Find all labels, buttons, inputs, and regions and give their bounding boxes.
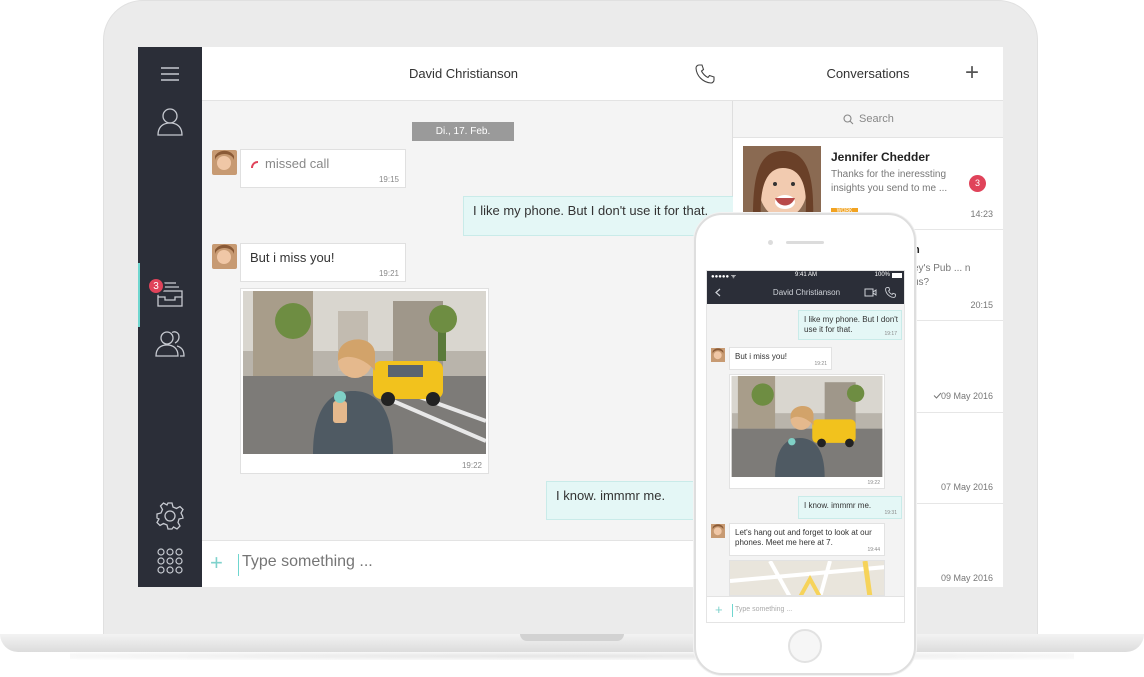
phone-mockup: ●●●●● ᯤ 9:41 AM 100% David Christianson …: [694, 213, 916, 675]
settings-button[interactable]: [138, 494, 202, 538]
battery-icon: [892, 273, 902, 278]
menu-icon: [161, 67, 179, 81]
phone-photo-message[interactable]: 19:22: [729, 374, 885, 489]
phone-message-incoming: Let's hang out and forget to look at our…: [729, 523, 885, 556]
phone-camera: [768, 240, 773, 245]
message-text: But i miss you!: [735, 352, 788, 361]
text-caret: [238, 554, 239, 576]
contact-photo: [743, 146, 821, 220]
profile-icon: [157, 108, 183, 136]
conversation-time: 09 May 2016: [940, 573, 993, 583]
apps-grid-button[interactable]: [138, 541, 202, 581]
phone-home-button[interactable]: [788, 629, 822, 663]
unread-badge: 3: [969, 175, 986, 192]
contacts-button[interactable]: [138, 321, 202, 365]
video-call-icon[interactable]: [864, 288, 877, 297]
menu-button[interactable]: [138, 55, 202, 93]
inbox-button[interactable]: [138, 273, 202, 317]
message-time: 19:22: [461, 461, 482, 470]
conversation-search[interactable]: Search: [733, 101, 1003, 138]
message-text: But i miss you!: [250, 250, 335, 265]
street-photo: [243, 291, 486, 454]
message-time: 19:22: [867, 480, 880, 486]
conversation-time: 14:23: [970, 209, 993, 219]
phone-composer: + Type something ...: [707, 596, 904, 622]
conversation-time: 07 May 2016: [940, 482, 993, 492]
map-preview: [730, 561, 884, 595]
conversations-header: Conversations +: [733, 47, 1003, 101]
message-composer: +: [202, 540, 733, 587]
chat-title: David Christianson: [408, 66, 519, 81]
attach-plus-icon[interactable]: +: [715, 602, 723, 617]
settings-icon: [156, 502, 184, 530]
apps-grid-icon: [157, 548, 183, 574]
search-icon: [843, 114, 854, 125]
inbox-unread-badge: 3: [147, 277, 165, 295]
conversation-time: 20:15: [970, 300, 993, 310]
contact-avatar: [711, 524, 725, 538]
sidebar: 3: [138, 47, 202, 587]
message-bubble-incoming: But i miss you! 19:21: [240, 243, 406, 282]
message-preview: ey's Pub ... n us?: [913, 263, 971, 288]
contact-avatar: [212, 150, 237, 175]
conversations-title: Conversations: [826, 66, 910, 81]
message-input[interactable]: [242, 553, 542, 571]
profile-button[interactable]: [138, 99, 202, 143]
contact-avatar: [212, 244, 237, 269]
message-preview: Thanks for the ineressting insights you …: [831, 169, 948, 194]
phone-call-icon[interactable]: [695, 64, 715, 84]
conversation-time: 09 May 2016: [940, 391, 993, 401]
message-time: 19:15: [378, 175, 399, 184]
message-time: 19:21: [814, 361, 827, 367]
chat-header: David Christianson: [202, 47, 733, 101]
attach-plus-icon[interactable]: +: [210, 550, 223, 576]
message-time: 19:21: [378, 269, 399, 278]
phone-speaker: [786, 241, 824, 244]
device-mockup-stage: 3 David Christianson Di., 17. Feb. misse…: [0, 0, 1144, 677]
message-text: I know. immmr me.: [804, 501, 872, 510]
message-input[interactable]: Type something ...: [735, 606, 792, 613]
new-conversation-plus-icon[interactable]: +: [965, 59, 979, 87]
contacts-icon: [155, 331, 185, 357]
date-separator: Di., 17. Feb.: [412, 122, 514, 141]
street-photo: [731, 376, 883, 477]
search-placeholder: Search: [859, 113, 894, 125]
message-text: I know. immmr me.: [556, 488, 666, 503]
status-time: 9:41 AM: [795, 272, 818, 278]
message-text: I like my phone. But I don't use it for …: [473, 203, 709, 218]
phone-screen: ●●●●● ᯤ 9:41 AM 100% David Christianson …: [706, 270, 905, 623]
signal-dots: ●●●●● ᯤ: [711, 274, 737, 280]
phone-message-outgoing: I like my phone. But I don't use it for …: [798, 310, 902, 340]
phone-status-bar: ●●●●● ᯤ 9:41 AM 100%: [707, 271, 904, 281]
message-time: 19:31: [884, 510, 897, 516]
laptop-shadow: [70, 652, 1074, 660]
phone-map-message[interactable]: [729, 560, 885, 596]
message-bubble-outgoing: I like my phone. But I don't use it for …: [463, 196, 735, 236]
message-time: 19:44: [867, 547, 880, 553]
chat-pane: David Christianson Di., 17. Feb. missed …: [202, 47, 735, 587]
phone-nav-bar: David Christianson: [707, 281, 904, 304]
photo-message[interactable]: 19:22: [240, 288, 489, 474]
message-bubble-incoming: missed call 19:15: [240, 149, 406, 188]
phone-message-outgoing: I know. immmr me. 19:31: [798, 496, 902, 519]
battery-percent: 100%: [874, 272, 890, 278]
contact-avatar: [711, 348, 725, 362]
phone-call-icon[interactable]: [885, 287, 896, 298]
text-caret: [732, 604, 733, 617]
phone-message-incoming: But i miss you! 19:21: [729, 347, 832, 370]
message-text: Let's hang out and forget to look at our…: [735, 528, 872, 547]
message-text: missed call: [265, 156, 330, 171]
laptop-notch: [520, 634, 624, 641]
missed-call-icon: [251, 161, 258, 168]
contact-name: Jennifer Chedder: [831, 150, 930, 164]
message-time: 19:17: [884, 331, 897, 337]
